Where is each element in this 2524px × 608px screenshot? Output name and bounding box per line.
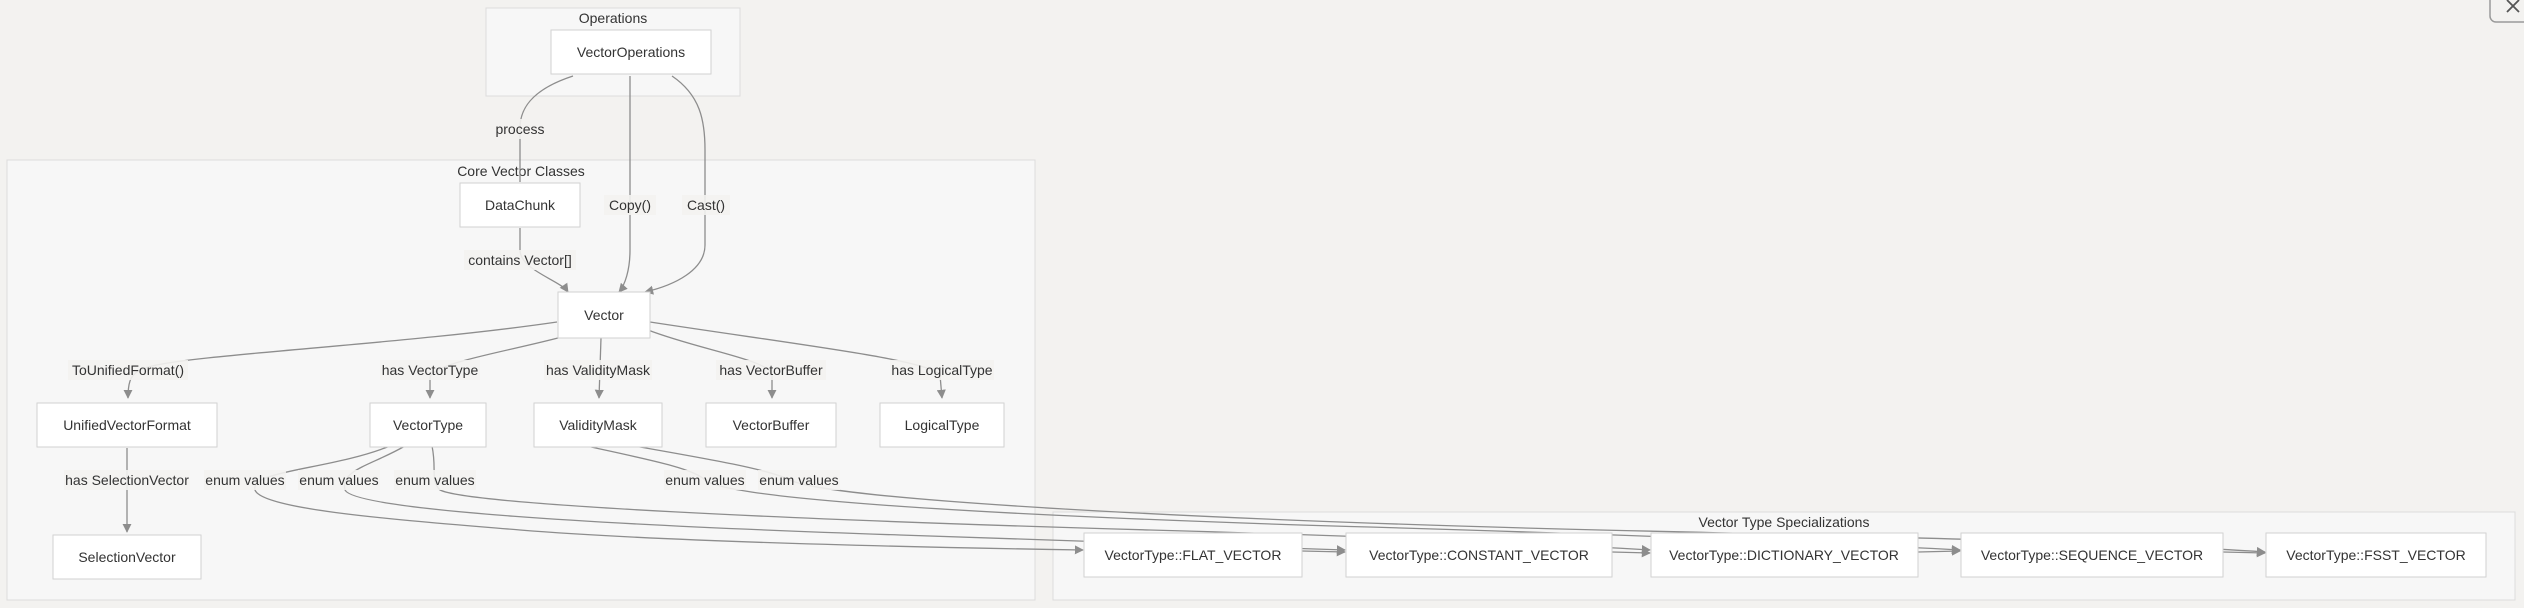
node-selection-vector[interactable]: SelectionVector	[52, 534, 202, 580]
node-vector-label: Vector	[584, 307, 624, 323]
node-sequence-vector[interactable]: VectorType::SEQUENCE_VECTOR	[1960, 532, 2224, 578]
edge-label-enum-5: enum values	[759, 472, 838, 488]
node-fsst-vector-label: VectorType::FSST_VECTOR	[2286, 547, 2465, 563]
node-validity-mask-label: ValidityMask	[559, 417, 638, 433]
edge-label-has-vector-type: has VectorType	[382, 362, 479, 378]
node-sequence-vector-label: VectorType::SEQUENCE_VECTOR	[1981, 547, 2203, 563]
node-vector-operations-label: VectorOperations	[577, 44, 685, 60]
node-vector-buffer[interactable]: VectorBuffer	[705, 402, 837, 448]
node-vector[interactable]: Vector	[557, 291, 651, 339]
edge-label-has-selection-vector: has SelectionVector	[65, 472, 189, 488]
cluster-core-title: Core Vector Classes	[457, 163, 585, 179]
node-validity-mask[interactable]: ValidityMask	[533, 402, 663, 448]
node-selection-vector-label: SelectionVector	[78, 549, 176, 565]
node-unified-vector-format[interactable]: UnifiedVectorFormat	[36, 402, 218, 448]
close-button[interactable]	[2489, 0, 2524, 23]
node-constant-vector-label: VectorType::CONSTANT_VECTOR	[1369, 547, 1589, 563]
node-vector-type[interactable]: VectorType	[369, 402, 487, 448]
node-fsst-vector[interactable]: VectorType::FSST_VECTOR	[2265, 532, 2487, 578]
edge-label-enum-1: enum values	[205, 472, 284, 488]
node-data-chunk[interactable]: DataChunk	[459, 182, 581, 228]
node-unified-vector-format-label: UnifiedVectorFormat	[63, 417, 191, 433]
node-dictionary-vector-label: VectorType::DICTIONARY_VECTOR	[1669, 547, 1899, 563]
edge-label-enum-4: enum values	[665, 472, 744, 488]
node-constant-vector[interactable]: VectorType::CONSTANT_VECTOR	[1345, 532, 1613, 578]
edge-label-to-unified: ToUnifiedFormat()	[72, 362, 184, 378]
cluster-specializations-title: Vector Type Specializations	[1699, 514, 1870, 530]
node-vector-operations[interactable]: VectorOperations	[550, 29, 712, 75]
node-flat-vector[interactable]: VectorType::FLAT_VECTOR	[1083, 532, 1303, 578]
node-data-chunk-label: DataChunk	[485, 197, 556, 213]
edge-label-enum-3: enum values	[395, 472, 474, 488]
node-dictionary-vector[interactable]: VectorType::DICTIONARY_VECTOR	[1650, 532, 1919, 578]
edge-label-enum-2: enum values	[299, 472, 378, 488]
edge-label-has-validity-mask: has ValidityMask	[546, 362, 651, 378]
edge-label-has-vector-buffer: has VectorBuffer	[719, 362, 823, 378]
node-logical-type[interactable]: LogicalType	[879, 402, 1005, 448]
node-vector-buffer-label: VectorBuffer	[733, 417, 810, 433]
edge-label-cast: Cast()	[687, 197, 725, 213]
edge-label-contains: contains Vector[]	[468, 252, 572, 268]
node-logical-type-label: LogicalType	[905, 417, 980, 433]
node-flat-vector-label: VectorType::FLAT_VECTOR	[1105, 547, 1282, 563]
cluster-operations-title: Operations	[579, 10, 647, 26]
edge-label-has-logical-type: has LogicalType	[891, 362, 992, 378]
edge-label-copy: Copy()	[609, 197, 651, 213]
node-vector-type-label: VectorType	[393, 417, 463, 433]
edge-label-process: process	[495, 121, 544, 137]
